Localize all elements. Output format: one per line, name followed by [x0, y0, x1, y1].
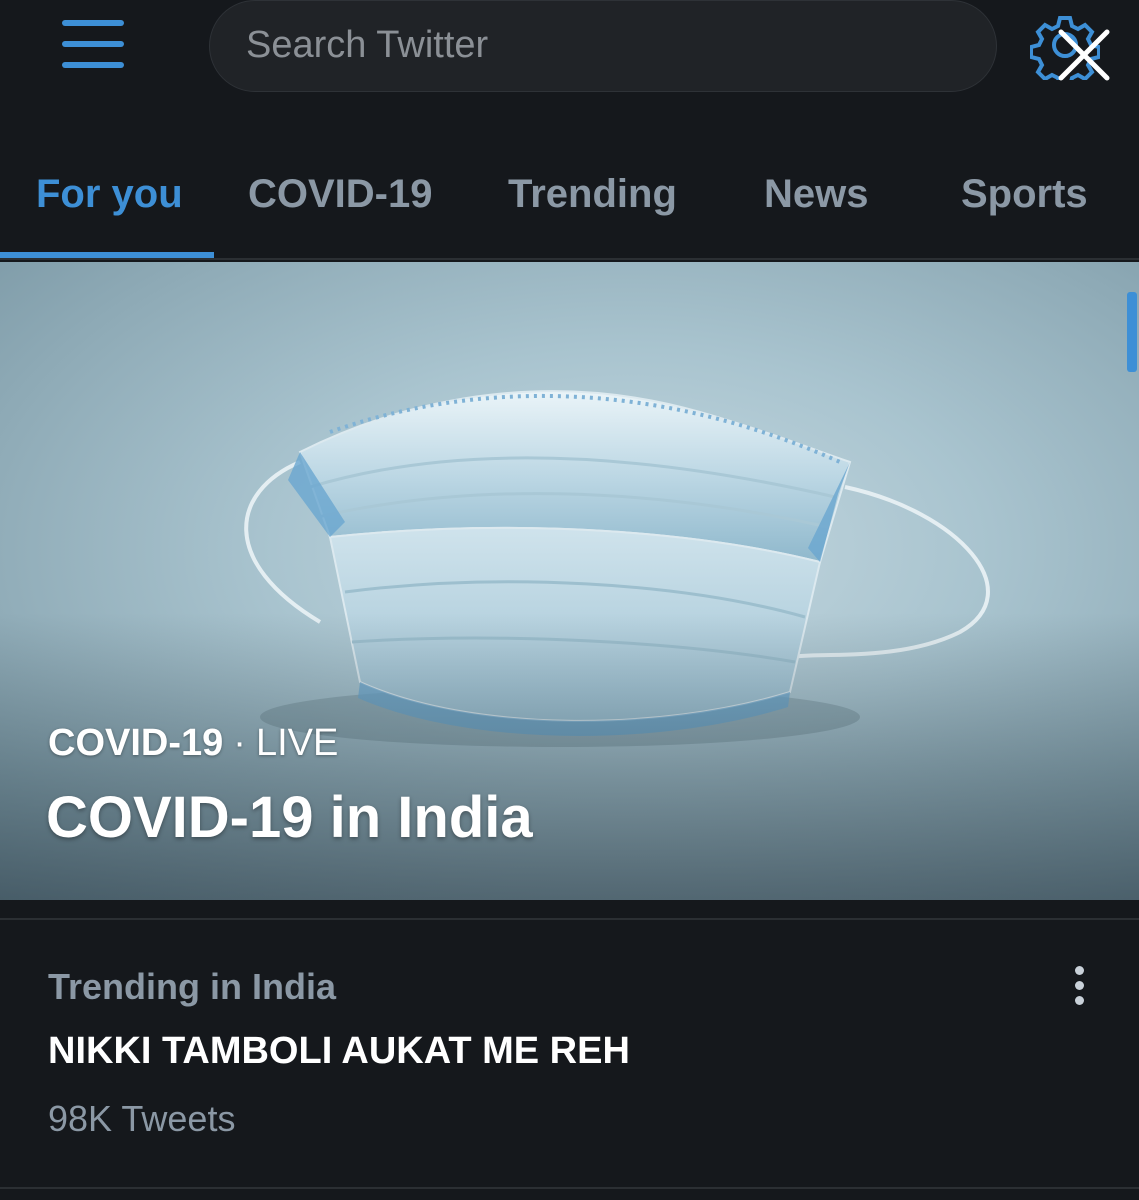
trend-tweet-count: 98K Tweets [48, 1098, 236, 1139]
list-divider [0, 1187, 1139, 1189]
hero-separator: · [233, 722, 246, 764]
hero-category: COVID-19 [48, 722, 224, 764]
trend-name: NIKKI TAMBOLI AUKAT ME REH [48, 1030, 630, 1072]
scroll-indicator [1127, 292, 1137, 372]
search-input[interactable] [244, 19, 948, 71]
tab-covid-19[interactable]: COVID-19 [248, 150, 433, 260]
trend-item[interactable]: Trending in India NIKKI TAMBOLI AUKAT ME… [0, 920, 1139, 1186]
tab-for-you[interactable]: For you [36, 150, 183, 260]
tab-trending[interactable]: Trending [508, 150, 677, 260]
hero-status: LIVE [255, 722, 339, 764]
hamburger-menu-icon[interactable] [52, 10, 132, 80]
close-icon[interactable] [1055, 26, 1113, 84]
hero-title: COVID-19 in India [46, 785, 533, 850]
search-bar[interactable] [209, 0, 997, 92]
hero-meta: COVID-19 · LIVE [48, 722, 338, 765]
tab-news[interactable]: News [764, 150, 869, 260]
top-bar [0, 0, 1139, 120]
tab-sports[interactable]: Sports [961, 150, 1088, 260]
more-options-icon[interactable] [1060, 964, 1100, 1008]
hero-card[interactable]: COVID-19 · LIVE COVID-19 in India [0, 262, 1139, 900]
explore-tabs: For you COVID-19 Trending News Sports [0, 150, 1139, 260]
trend-context: Trending in India [48, 966, 336, 1007]
tabs-divider [0, 258, 1139, 260]
